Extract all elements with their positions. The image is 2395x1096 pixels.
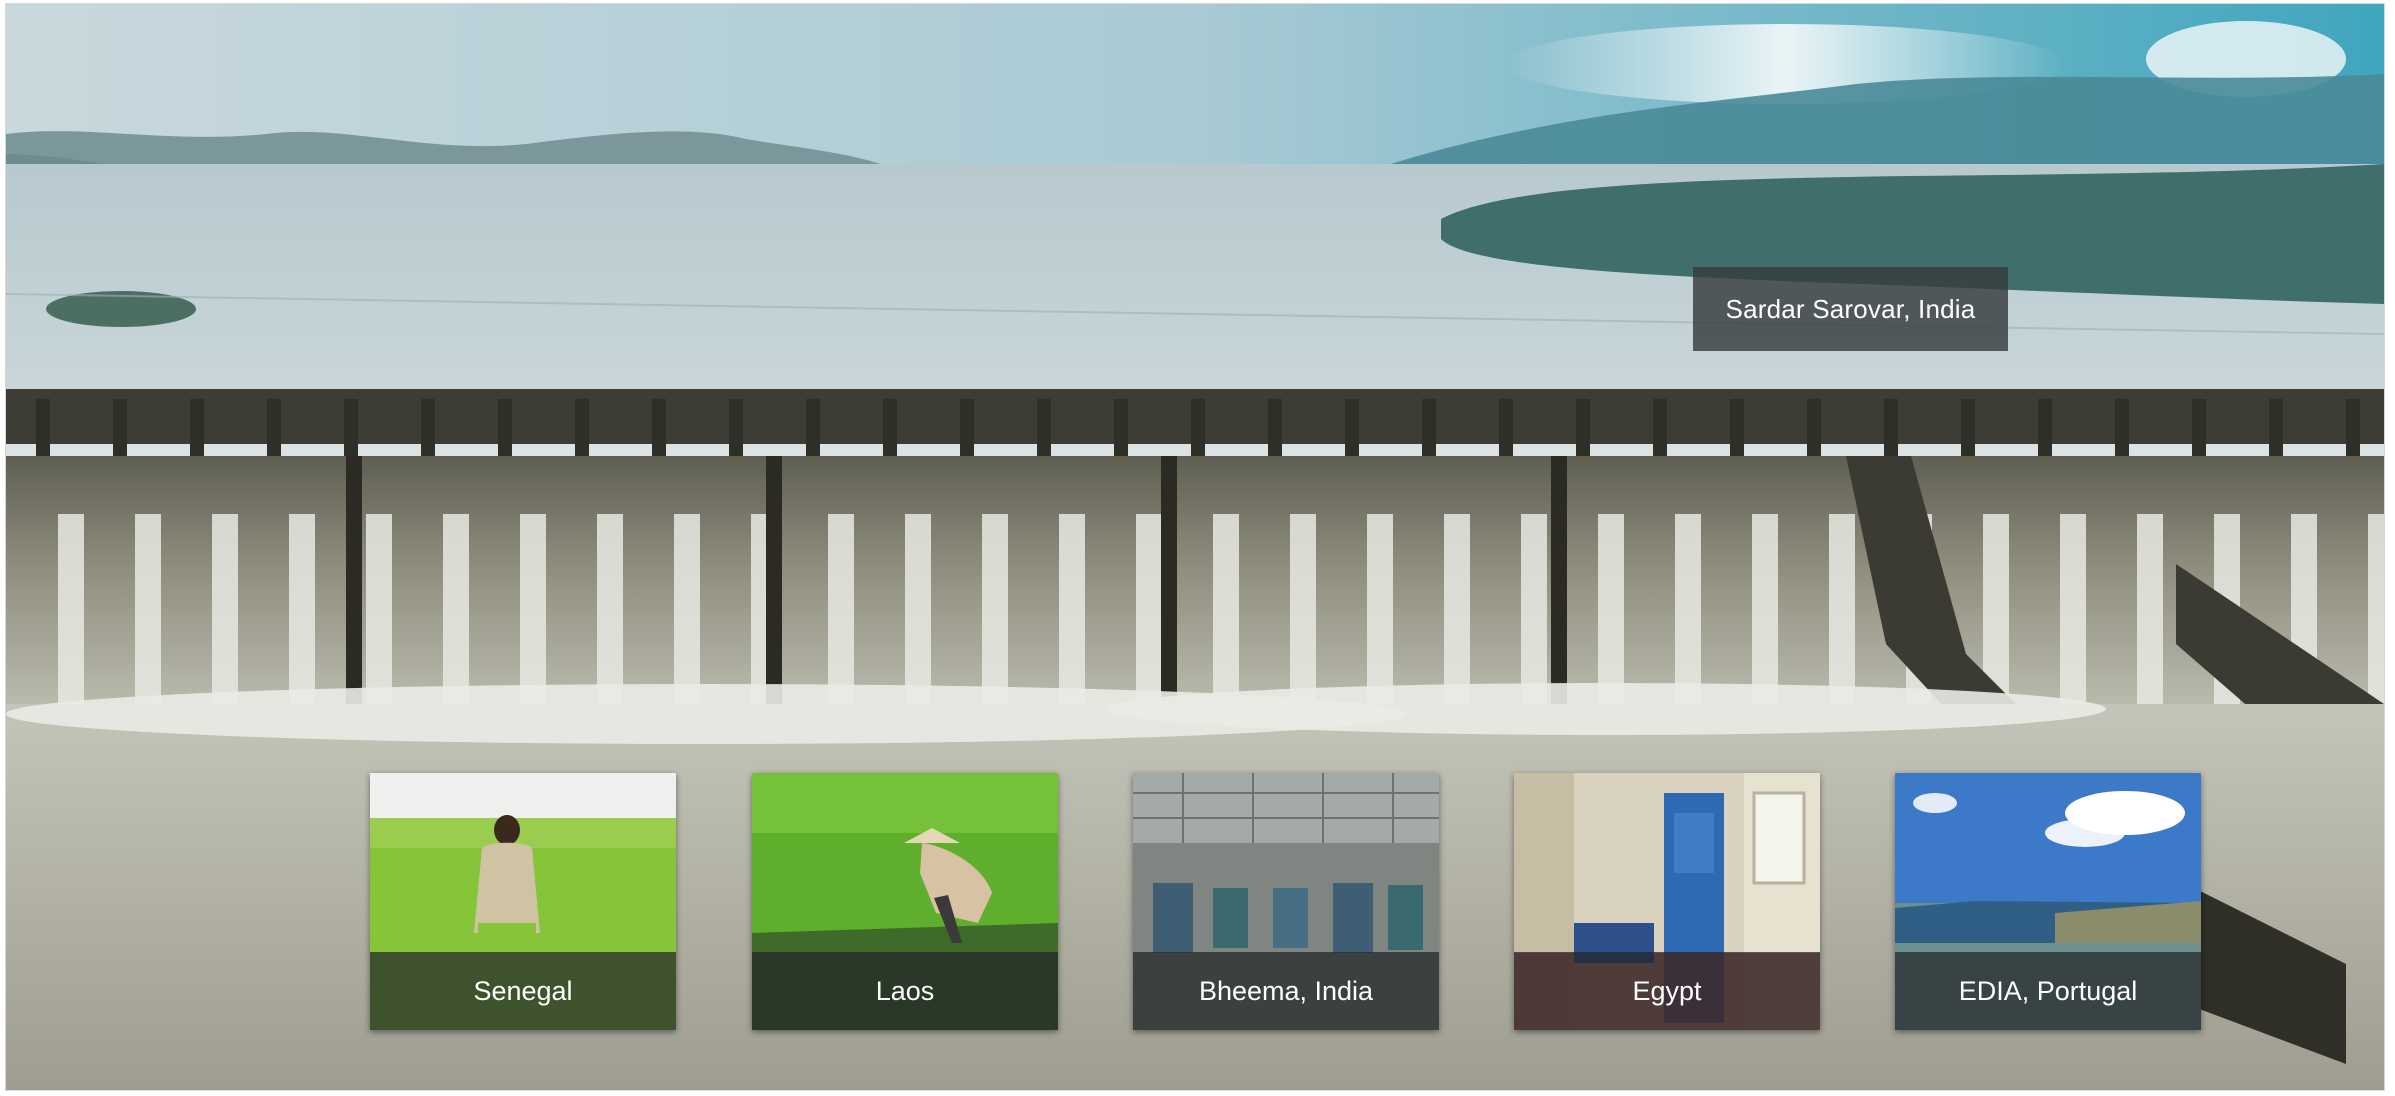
water-stream (58, 514, 84, 704)
tile-bheema-india[interactable]: Bheema, India (1133, 773, 1439, 1030)
water-stream (2368, 514, 2384, 704)
spillway-divider (1161, 456, 1177, 721)
tile-edia-portugal[interactable]: EDIA, Portugal (1895, 773, 2201, 1030)
water-stream (597, 514, 623, 704)
water-stream (1367, 514, 1393, 704)
tile-label: Laos (752, 952, 1058, 1030)
water-stream (1136, 514, 1162, 704)
water-stream (2060, 514, 2086, 704)
tile-laos[interactable]: Laos (752, 773, 1058, 1030)
water-stream (366, 514, 392, 704)
water-stream (135, 514, 161, 704)
water-stream (1444, 514, 1470, 704)
spillway-divider (766, 456, 782, 721)
water-stream (1675, 514, 1701, 704)
water-stream (2137, 514, 2163, 704)
water-stream (1521, 514, 1547, 704)
tile-label: Egypt (1514, 952, 1820, 1030)
spillway-divider (1551, 456, 1567, 721)
water-stream (1059, 514, 1085, 704)
water-stream (1752, 514, 1778, 704)
water-stream (1213, 514, 1239, 704)
water-stream (1290, 514, 1316, 704)
hero-caption: Sardar Sarovar, India (1693, 267, 2008, 351)
tile-egypt[interactable]: Egypt (1514, 773, 1820, 1030)
tile-label: EDIA, Portugal (1895, 952, 2201, 1030)
water-stream (905, 514, 931, 704)
slide: Sardar Sarovar, India Senegal Laos Bheem… (0, 0, 2395, 1096)
water-stream (982, 514, 1008, 704)
spillway-divider (346, 456, 362, 721)
water-stream (520, 514, 546, 704)
tile-label: Bheema, India (1133, 952, 1439, 1030)
water-stream (1829, 514, 1855, 704)
water-stream (1598, 514, 1624, 704)
tile-label: Senegal (370, 952, 676, 1030)
water-stream (212, 514, 238, 704)
water-stream (828, 514, 854, 704)
water-stream (674, 514, 700, 704)
water-stream (443, 514, 469, 704)
tile-senegal[interactable]: Senegal (370, 773, 676, 1030)
water-stream (289, 514, 315, 704)
